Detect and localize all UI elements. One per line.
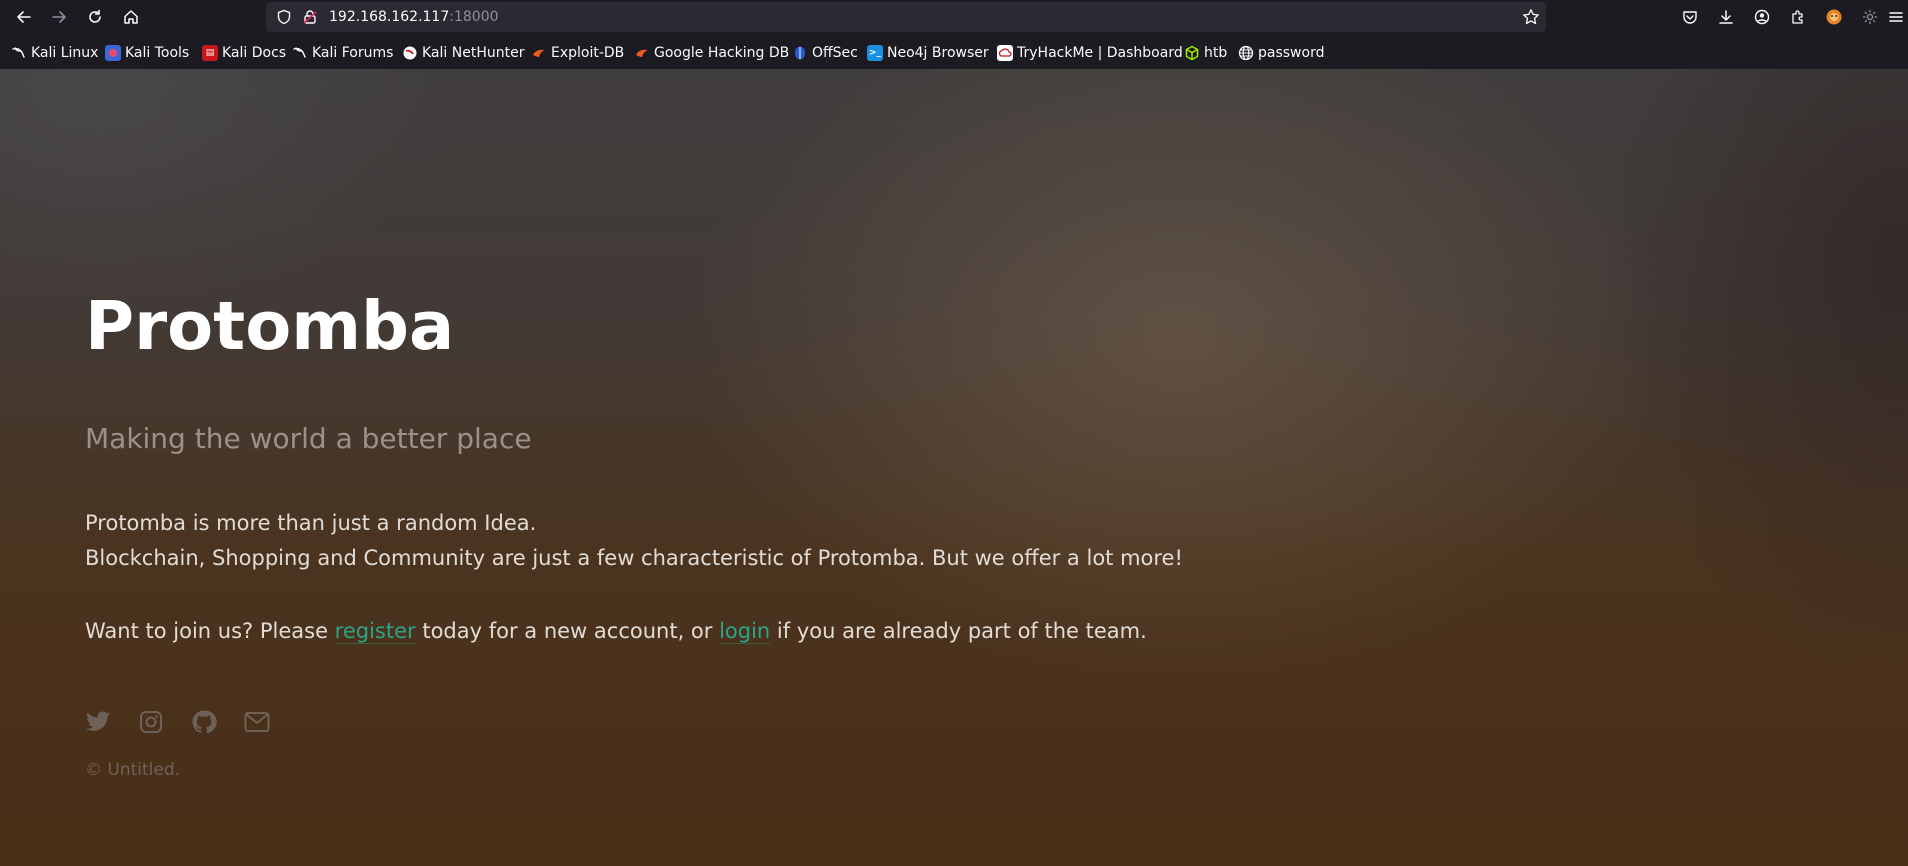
bookmark-neo4j-browser[interactable]: >_ Neo4j Browser (867, 42, 989, 64)
account-icon[interactable] (1750, 5, 1774, 29)
tagline: Making the world a better place (85, 422, 532, 455)
offsec-icon (792, 45, 808, 61)
url-host: 192.168.162.117 (329, 9, 450, 25)
tracking-shield-icon[interactable] (276, 9, 292, 29)
url-bar[interactable]: 192.168.162.117:18000 (266, 2, 1546, 32)
bookmark-label: Kali Docs (222, 45, 287, 61)
pocket-icon[interactable] (1678, 5, 1702, 29)
bookmark-password[interactable]: password (1238, 42, 1324, 64)
bookmark-label: htb (1204, 45, 1228, 61)
bookmark-label: password (1258, 45, 1325, 61)
bookmark-label: Kali Forums (312, 45, 394, 61)
terminal-icon: >_ (867, 45, 883, 61)
bookmark-label: Exploit-DB (551, 45, 625, 61)
bookmark-kali-nethunter[interactable]: Kali NetHunter (402, 42, 524, 64)
description-line-2: Blockchain, Shopping and Community are j… (85, 546, 1183, 570)
kali-dragon-icon (11, 45, 27, 61)
bookmark-kali-forums[interactable]: Kali Forums (292, 42, 393, 64)
kali-tools-icon (105, 45, 121, 61)
join-paragraph: Want to join us? Please register today f… (85, 614, 1147, 649)
social-links (85, 709, 285, 735)
reload-icon[interactable] (83, 5, 107, 29)
download-icon[interactable] (1714, 5, 1738, 29)
url-port: :18000 (449, 9, 499, 25)
bookmark-kali-tools[interactable]: Kali Tools (105, 42, 189, 64)
instagram-icon[interactable] (138, 709, 164, 735)
copyright-text: © Untitled. (85, 760, 181, 780)
bookmark-google-hacking-db[interactable]: Google Hacking DB (634, 42, 789, 64)
toolbar-right-icons (1678, 5, 1908, 29)
bookmark-label: Neo4j Browser (887, 45, 989, 61)
foxyproxy-icon[interactable] (1822, 5, 1846, 29)
description: Protomba is more than just a random Idea… (85, 506, 1183, 576)
page-title: Protomba (85, 287, 455, 365)
menu-icon[interactable] (1884, 5, 1908, 29)
browser-toolbar: 192.168.162.117:18000 (0, 0, 1908, 34)
htb-cube-icon (1184, 45, 1200, 61)
home-icon[interactable] (119, 5, 143, 29)
insecure-lock-icon[interactable] (302, 9, 318, 29)
nethunter-icon (402, 45, 418, 61)
exploitdb-icon (634, 45, 650, 61)
bookmark-kali-linux[interactable]: Kali Linux (11, 42, 98, 64)
browser-chrome: 192.168.162.117:18000 Kali Linux Kali To… (0, 0, 1908, 69)
back-arrow-icon[interactable] (12, 5, 36, 29)
login-link[interactable]: login (719, 619, 771, 644)
mail-icon[interactable] (244, 709, 270, 735)
bookmark-label: Kali Tools (125, 45, 190, 61)
kali-dragon-icon (292, 45, 308, 61)
globe-icon (1238, 45, 1254, 61)
settings-icon[interactable] (1858, 5, 1882, 29)
kali-docs-icon: ▤ (202, 45, 218, 61)
page-content: Protomba Making the world a better place… (0, 69, 1908, 866)
bookmark-kali-docs[interactable]: ▤ Kali Docs (202, 42, 286, 64)
extensions-icon[interactable] (1786, 5, 1810, 29)
join-suffix: if you are already part of the team. (770, 619, 1147, 643)
bookmark-tryhackme[interactable]: TryHackMe | Dashboard (997, 42, 1183, 64)
bookmark-offsec[interactable]: OffSec (792, 42, 858, 64)
exploitdb-icon (531, 45, 547, 61)
join-prefix: Want to join us? Please (85, 619, 335, 643)
join-middle: today for a new account, or (415, 619, 720, 643)
bookmark-label: Google Hacking DB (654, 45, 790, 61)
bookmark-star-icon[interactable] (1522, 8, 1540, 30)
description-line-1: Protomba is more than just a random Idea… (85, 511, 537, 535)
github-icon[interactable] (191, 709, 217, 735)
bookmarks-toolbar: Kali Linux Kali Tools ▤ Kali Docs Kali F… (0, 40, 1908, 66)
bookmark-label: OffSec (812, 45, 858, 61)
tryhackme-icon (997, 45, 1013, 61)
bookmark-label: TryHackMe | Dashboard (1017, 45, 1183, 61)
register-link[interactable]: register (334, 619, 416, 644)
forward-arrow-icon[interactable] (47, 5, 71, 29)
bookmark-label: Kali NetHunter (422, 45, 525, 61)
bookmark-exploit-db[interactable]: Exploit-DB (531, 42, 624, 64)
twitter-icon[interactable] (85, 709, 111, 735)
url-text[interactable]: 192.168.162.117:18000 (329, 9, 499, 25)
bookmark-label: Kali Linux (31, 45, 99, 61)
bookmark-htb[interactable]: htb (1184, 42, 1227, 64)
